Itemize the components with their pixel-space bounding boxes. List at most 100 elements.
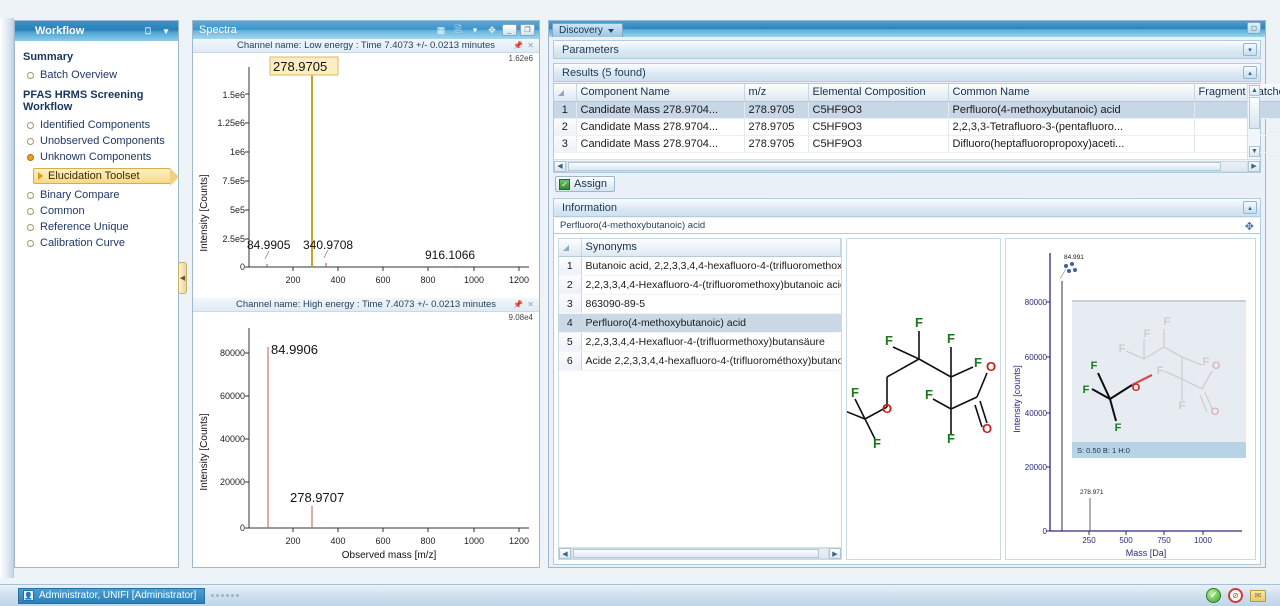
parameters-section-header[interactable]: Parameters ▾	[553, 40, 1261, 59]
low-energy-channel-label: Channel name: Low energy : Time 7.4073 +…	[237, 40, 495, 51]
fragment-match-chart-panel[interactable]: 0 20000 40000 60000 80000 250 500 750 10…	[1005, 238, 1256, 560]
svg-text:1.5e6: 1.5e6	[222, 90, 245, 100]
minimize-button[interactable]: _	[502, 24, 517, 36]
high-energy-plot[interactable]: 9.08e4 0 20000 40000 60000 80000 200 400…	[193, 312, 539, 565]
scroll-track[interactable]	[566, 160, 1248, 172]
sidebar-item-identified-components[interactable]: Identified Components	[23, 117, 172, 133]
status-ok-icon[interactable]: ✔	[1206, 588, 1221, 603]
status-mail-icon[interactable]: ✉	[1250, 589, 1266, 602]
parameters-expand-button[interactable]: ▾	[1243, 43, 1257, 56]
scroll-thumb[interactable]	[568, 161, 1221, 171]
panel-collapse-handle[interactable]: ◀	[178, 262, 187, 294]
svg-text:F: F	[1083, 384, 1090, 396]
user-account-chip[interactable]: 👤 Administrator, UNIFI [Administrator]	[18, 587, 206, 604]
cell-common-name: Perfluoro(4-methoxybutanoic) acid	[948, 101, 1195, 119]
sidebar-item-binary-compare[interactable]: Binary Compare	[23, 187, 172, 203]
scroll-right-icon[interactable]: ▶	[829, 548, 841, 559]
close-icon[interactable]: ✕	[527, 41, 534, 50]
list-item[interactable]: 3 863090-89-5	[559, 294, 841, 314]
information-section-header[interactable]: Information ▴	[553, 198, 1261, 217]
col-component-name[interactable]: Component Name	[576, 84, 745, 102]
results-section-header[interactable]: Results (5 found) ▴	[553, 63, 1261, 82]
taskbar-dots	[211, 594, 240, 597]
col-elemental-composition[interactable]: Elemental Composition	[808, 84, 949, 102]
chevron-down-icon[interactable]: ▾	[468, 24, 482, 37]
close-icon[interactable]: ✕	[527, 300, 534, 309]
status-block-icon[interactable]: ⊘	[1228, 588, 1243, 603]
discovery-tabbar: Discovery ◻	[549, 21, 1265, 37]
atom-label-f: F	[915, 315, 923, 330]
list-item[interactable]: 2 2,2,3,3,4,4-Hexafluoro-4-(trifluoromet…	[559, 275, 841, 295]
restore-button[interactable]: ❐	[520, 24, 535, 36]
low-energy-plot[interactable]: 1.62e6 0 2.5e5 5e5 7.5e5 1e6 1.25e6 1.5e…	[193, 53, 539, 296]
atom-label-o: O	[986, 359, 996, 374]
row-number: 2	[554, 118, 577, 136]
scroll-thumb[interactable]	[573, 549, 819, 558]
table-row[interactable]: 1 Candidate Mass 278.9704... 278.9705 C5…	[554, 101, 1280, 119]
row-number: 3	[559, 294, 582, 314]
svg-text:200: 200	[285, 275, 300, 285]
list-item[interactable]: 6 Acide 2,2,3,3,4,4-hexafluoro-4-(triflu…	[559, 351, 841, 371]
scroll-right-icon[interactable]: ▶	[1248, 160, 1260, 172]
row-number: 6	[559, 351, 582, 371]
svg-text:1200: 1200	[509, 275, 529, 285]
svg-text:200: 200	[285, 536, 300, 546]
scroll-track[interactable]	[571, 548, 829, 559]
user-label: Administrator, UNIFI [Administrator]	[39, 590, 197, 601]
synonyms-horizontal-scrollbar[interactable]: ◀ ▶	[559, 547, 841, 559]
scroll-left-icon[interactable]: ◀	[554, 160, 566, 172]
pin-icon[interactable]: 📌	[513, 41, 523, 50]
col-mz[interactable]: m/z	[744, 84, 809, 102]
tab-discovery[interactable]: Discovery	[552, 23, 623, 37]
table-row[interactable]: 3 Candidate Mass 278.9704... 278.9705 C5…	[554, 135, 1280, 153]
spectra-title-label: Spectra	[199, 24, 237, 36]
scroll-up-icon[interactable]: ▲	[1249, 85, 1260, 96]
svg-text:Intensity [counts]: Intensity [counts]	[1012, 365, 1022, 433]
sidebar-item-unknown-components[interactable]: Unknown Components	[23, 149, 172, 165]
left-edge-strip	[0, 18, 14, 578]
synonyms-select-all-corner[interactable]	[559, 239, 582, 257]
list-item[interactable]: 1 Butanoic acid, 2,2,3,3,4,4-hexafluoro-…	[559, 256, 841, 276]
results-vertical-scrollbar[interactable]: ▲ ▼	[1247, 84, 1260, 159]
pin-icon[interactable]: 📌	[513, 300, 523, 309]
low-energy-channel-bar: Channel name: Low energy : Time 7.4073 +…	[193, 39, 539, 53]
sidebar-item-reference-unique[interactable]: Reference Unique	[23, 219, 172, 235]
export-icon[interactable]: 🗎	[451, 24, 465, 37]
chevron-down-icon[interactable]	[607, 28, 614, 33]
svg-text:600: 600	[375, 275, 390, 285]
move-icon[interactable]: ✥	[1245, 220, 1254, 233]
move-icon[interactable]: ✥	[485, 24, 499, 37]
col-fragment-matches[interactable]: Fragment Matches	[1194, 84, 1280, 102]
table-view-icon[interactable]: ▦	[434, 24, 448, 37]
sidebar-item-elucidation-toolset[interactable]: Elucidation Toolset	[33, 168, 179, 186]
col-synonyms[interactable]: Synonyms	[581, 239, 841, 257]
sidebar-item-calibration-curve[interactable]: Calibration Curve	[23, 235, 172, 251]
workflow-menu-caret-icon[interactable]: ▾	[159, 25, 173, 38]
discovery-restore-button[interactable]: ◻	[1247, 22, 1261, 34]
list-item[interactable]: 4 Perfluoro(4-methoxybutanoic) acid	[559, 313, 841, 333]
molecular-structure-panel[interactable]: F F F F F F F F F O O O	[839, 238, 1001, 560]
sidebar-item-unobserved-components[interactable]: Unobserved Components	[23, 133, 172, 149]
workflow-panel: Workflow ⎕ ▾ Summary Batch Overview PFAS…	[14, 20, 179, 568]
high-energy-channel-label: Channel name: High energy : Time 7.4073 …	[235, 299, 497, 310]
scroll-thumb[interactable]	[1249, 97, 1260, 129]
select-all-corner[interactable]	[554, 84, 577, 102]
scroll-down-icon[interactable]: ▼	[1249, 146, 1260, 157]
results-collapse-button[interactable]: ▴	[1243, 66, 1257, 79]
svg-text:F: F	[1203, 356, 1210, 368]
svg-text:F: F	[1115, 422, 1122, 434]
sidebar-item-batch-overview[interactable]: Batch Overview	[23, 67, 172, 83]
scroll-left-icon[interactable]: ◀	[559, 548, 571, 559]
workflow-display-icon[interactable]: ⎕	[141, 25, 155, 38]
list-item[interactable]: 5 2,2,3,3,4,4-Hexafluor-4-(trifluormetho…	[559, 332, 841, 352]
results-horizontal-scrollbar[interactable]: ◀ ▶	[554, 159, 1260, 172]
information-collapse-button[interactable]: ▴	[1243, 201, 1257, 214]
assign-button[interactable]: ✓ Assign	[555, 176, 616, 192]
sidebar-item-common[interactable]: Common	[23, 203, 172, 219]
svg-text:250: 250	[1082, 536, 1096, 545]
information-compound-name: Perfluoro(4-methoxybutanoic) acid	[560, 220, 706, 231]
table-row[interactable]: 2 Candidate Mass 278.9704... 278.9705 C5…	[554, 118, 1280, 136]
synonym-text: 2,2,3,3,4,4-Hexafluor-4-(trifluormethoxy…	[581, 332, 841, 352]
workflow-title-label: Workflow	[35, 25, 85, 37]
col-common-name[interactable]: Common Name	[948, 84, 1195, 102]
